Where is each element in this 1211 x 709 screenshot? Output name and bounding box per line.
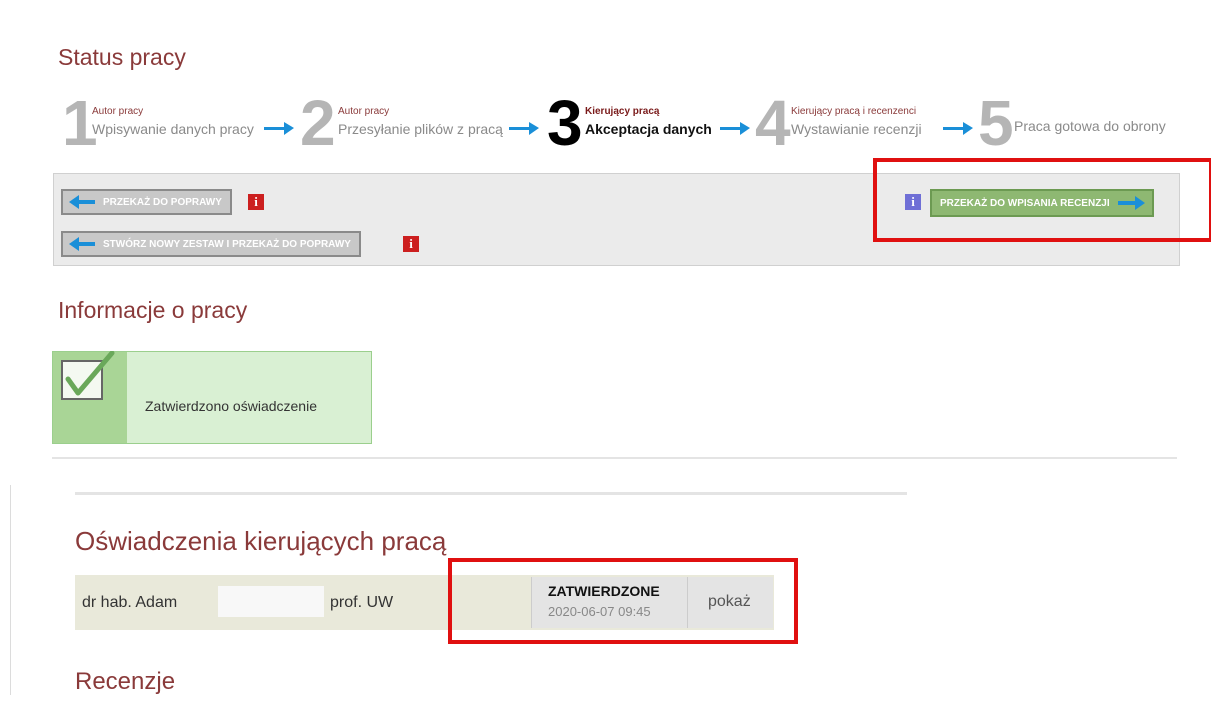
- step-2: 2 Autor pracy Przesyłanie plików z pracą: [300, 90, 503, 162]
- supervisor-title: prof. UW: [330, 594, 394, 611]
- step-number: 2: [300, 87, 336, 159]
- step-3: 3 Kierujący pracą Akceptacja danych: [547, 90, 717, 162]
- step-desc: Przesyłanie plików z pracą: [338, 121, 503, 137]
- divider: [75, 492, 907, 495]
- supervisor-name: dr hab. Adam: [82, 594, 178, 611]
- info-title: Informacje o pracy: [58, 297, 248, 323]
- divider: [52, 457, 1177, 459]
- return-label: PRZEKAŻ DO POPRAWY: [103, 196, 222, 208]
- redacted-name: [218, 586, 324, 617]
- return-for-correction-button[interactable]: PRZEKAŻ DO POPRAWY: [61, 189, 232, 215]
- step-arrow-icon: [720, 122, 750, 135]
- step-1: 1 Autor pracy Wpisywanie danych pracy: [62, 90, 262, 162]
- step-arrow-icon: [264, 122, 294, 135]
- step-role: Autor pracy: [92, 106, 144, 117]
- check-icon: [61, 351, 115, 400]
- arrow-left-icon: [69, 195, 95, 209]
- declarations-title: Oświadczenia kierujących pracą: [75, 526, 447, 556]
- new-set-and-return-button[interactable]: STWÓRZ NOWY ZESTAW I PRZEKAŻ DO POPRAWY: [61, 231, 361, 257]
- step-arrow-icon: [943, 122, 973, 135]
- reviews-title: Recenzje: [75, 668, 176, 695]
- step-number: 5: [978, 87, 1014, 159]
- arrow-left-icon: [69, 237, 95, 251]
- step-number: 3: [547, 87, 583, 159]
- step-5: 5 Praca gotowa do obrony: [978, 90, 1178, 162]
- step-desc: Akceptacja danych: [585, 121, 712, 137]
- new-set-label: STWÓRZ NOWY ZESTAW I PRZEKAŻ DO POPRAWY: [103, 238, 351, 250]
- divider: [10, 485, 11, 695]
- info-icon[interactable]: i: [248, 194, 264, 210]
- highlight-frame: [448, 558, 798, 644]
- info-icon[interactable]: i: [403, 236, 419, 252]
- confirmation-text: Zatwierdzono oświadczenie: [145, 398, 317, 414]
- step-4: 4 Kierujący pracą i recenzenci Wystawian…: [755, 90, 945, 162]
- step-desc: Praca gotowa do obrony: [1014, 118, 1166, 134]
- step-desc: Wpisywanie danych pracy: [92, 121, 254, 137]
- step-role: Autor pracy: [338, 106, 390, 117]
- step-desc: Wystawianie recenzji: [791, 121, 922, 137]
- step-number: 4: [755, 87, 791, 159]
- step-arrow-icon: [509, 122, 539, 135]
- step-role: Kierujący pracą: [585, 106, 660, 117]
- step-role: Kierujący pracą i recenzenci: [791, 106, 917, 117]
- status-title: Status pracy: [58, 44, 186, 70]
- highlight-frame: [873, 158, 1211, 242]
